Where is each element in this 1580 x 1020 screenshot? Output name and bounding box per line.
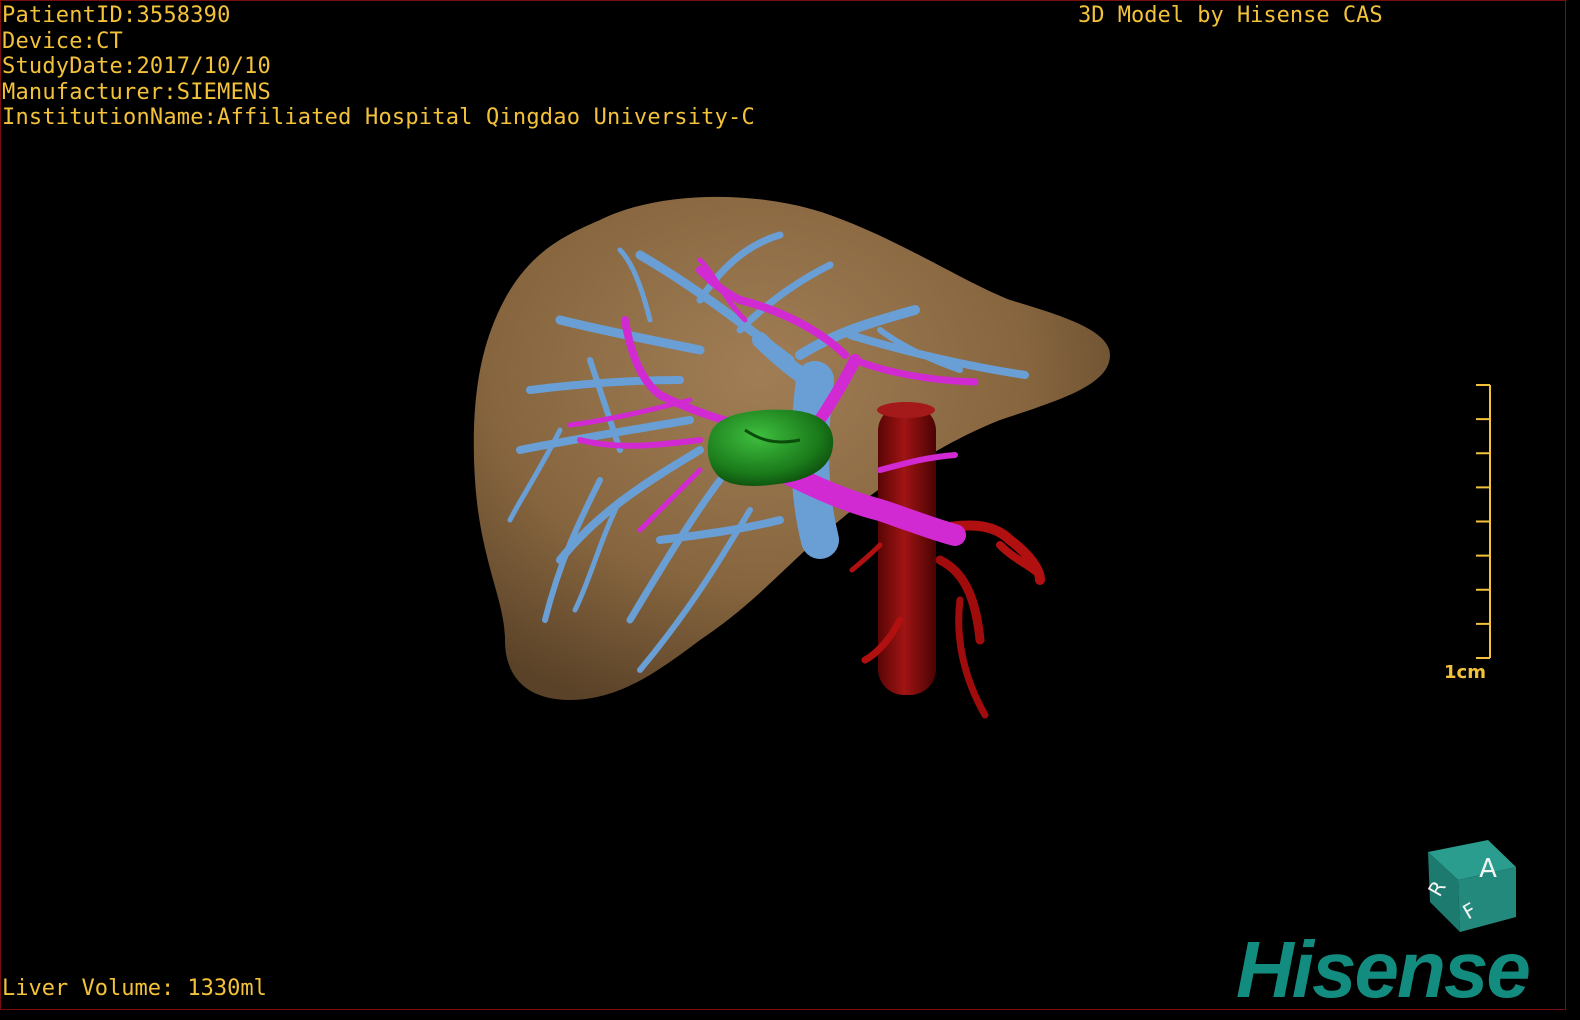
liver-3d-model[interactable] <box>0 0 1566 1010</box>
hisense-logo: Hisense <box>1236 925 1531 1014</box>
orientation-face-a: A <box>1479 854 1497 884</box>
scale-bar-label: 1cm <box>1444 662 1486 683</box>
vena-cava <box>849 402 1045 719</box>
scale-bar <box>1476 384 1491 659</box>
liver-volume-text: Liver Volume: 1330ml <box>2 976 267 1001</box>
